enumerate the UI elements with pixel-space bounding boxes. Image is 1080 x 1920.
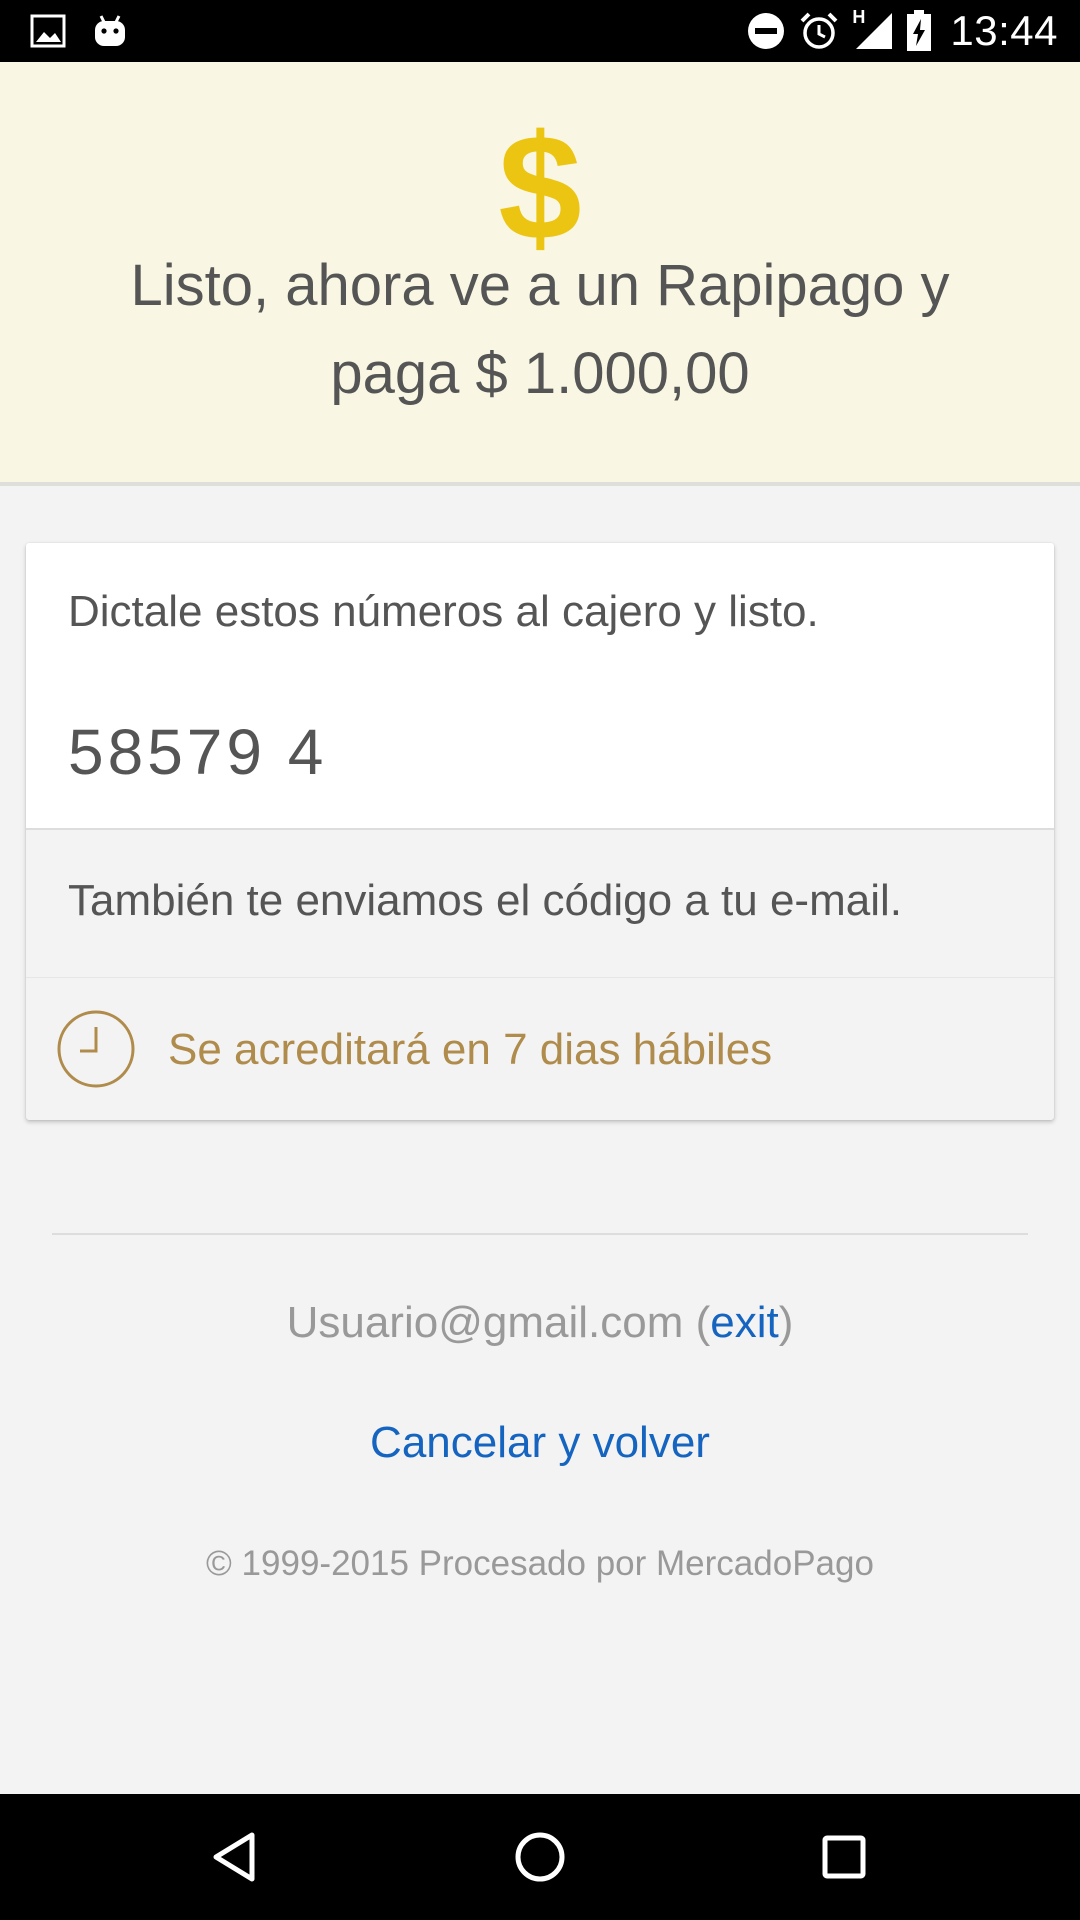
exit-link[interactable]: exit [710, 1298, 778, 1347]
battery-charging-icon [906, 10, 932, 52]
navigation-bar [0, 1794, 1080, 1920]
hero-title: Listo, ahora ve a un Rapipago y paga $ 1… [130, 253, 950, 406]
accreditation-section: Se acreditará en 7 dias hábiles [26, 979, 1054, 1120]
clock-icon [57, 1010, 135, 1088]
cashier-instruction: Dictale estos números al cajero y listo. [68, 587, 819, 636]
email-note-section: También te enviamos el código a tu e-mai… [26, 832, 1054, 978]
back-icon[interactable] [206, 1827, 266, 1887]
payment-hero: $ Listo, ahora ve a un Rapipago y paga $… [0, 62, 1080, 486]
close-paren: ) [778, 1298, 794, 1347]
user-email: Usuario@gmail.com [286, 1298, 684, 1347]
payment-code: 58579 4 [68, 716, 328, 788]
status-bar: H 13:44 [0, 0, 1080, 62]
open-paren: ( [683, 1298, 711, 1347]
dollar-icon: $ [498, 103, 582, 271]
image-icon [30, 14, 66, 48]
account-line: Usuario@gmail.com (exit) [0, 1298, 1080, 1348]
email-note: También te enviamos el código a tu e-mai… [68, 876, 902, 925]
copyright: © 1999-2015 Procesado por MercadoPago [206, 1544, 874, 1583]
code-section: Dictale estos números al cajero y listo.… [26, 543, 1054, 830]
android-icon [92, 14, 128, 48]
recent-apps-icon[interactable] [814, 1827, 874, 1887]
alarm-icon [798, 10, 840, 52]
home-icon[interactable] [510, 1827, 570, 1887]
do-not-disturb-icon [746, 11, 786, 51]
accreditation-text: Se acreditará en 7 dias hábiles [168, 1025, 773, 1074]
divider [52, 1233, 1028, 1235]
status-time: 13:44 [950, 7, 1058, 54]
signal-icon: H [852, 7, 894, 51]
network-type-label: H [852, 7, 866, 27]
payment-code-card: Dictale estos números al cajero y listo.… [26, 543, 1054, 1120]
cancel-and-return-link[interactable]: Cancelar y volver [0, 1418, 1080, 1468]
